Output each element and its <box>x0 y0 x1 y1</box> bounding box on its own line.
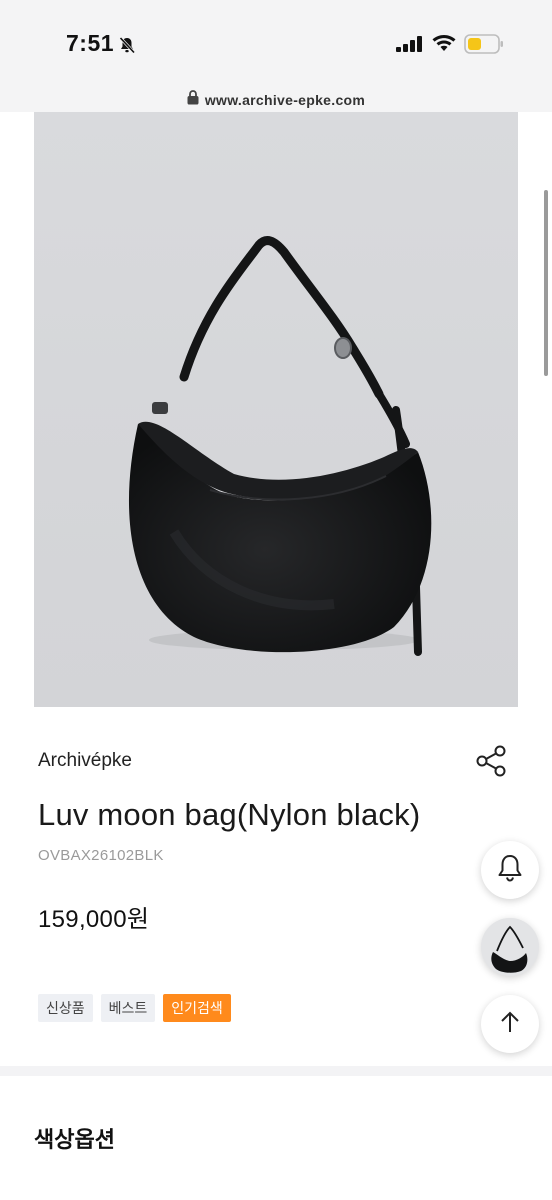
status-bar: 7:51 <box>0 0 552 90</box>
lock-icon <box>187 90 199 110</box>
product-tags: 신상품 베스트 인기검색 <box>38 994 231 1022</box>
product-image[interactable] <box>34 112 518 707</box>
section-divider <box>0 1066 552 1076</box>
notification-button[interactable] <box>481 841 539 899</box>
bell-icon <box>496 853 524 888</box>
tag-best: 베스트 <box>100 994 156 1022</box>
product-code: OVBAX26102BLK <box>38 847 164 864</box>
product-price: 159,000원 <box>38 906 150 933</box>
arrow-up-icon <box>497 1009 523 1040</box>
tag-new: 신상품 <box>38 994 93 1022</box>
battery-low-icon <box>464 34 504 59</box>
bell-slash-icon <box>118 36 136 59</box>
share-icon[interactable] <box>474 744 508 783</box>
wifi-icon <box>432 34 456 57</box>
address-bar[interactable]: www.archive-epke.com <box>0 86 552 114</box>
recent-product-thumbnail[interactable] <box>481 918 539 976</box>
brand-name[interactable]: Archivépke <box>38 750 132 772</box>
signal-icon <box>396 36 424 57</box>
scroll-to-top-button[interactable] <box>481 995 539 1053</box>
url-text: www.archive-epke.com <box>204 92 366 108</box>
color-options-title: 색상옵션 <box>34 1127 115 1152</box>
tag-popular-search: 인기검색 <box>163 994 231 1022</box>
scrollbar[interactable] <box>544 190 548 376</box>
status-time: 7:51 <box>66 30 115 56</box>
product-title: Luv moon bag(Nylon black) <box>38 797 421 832</box>
